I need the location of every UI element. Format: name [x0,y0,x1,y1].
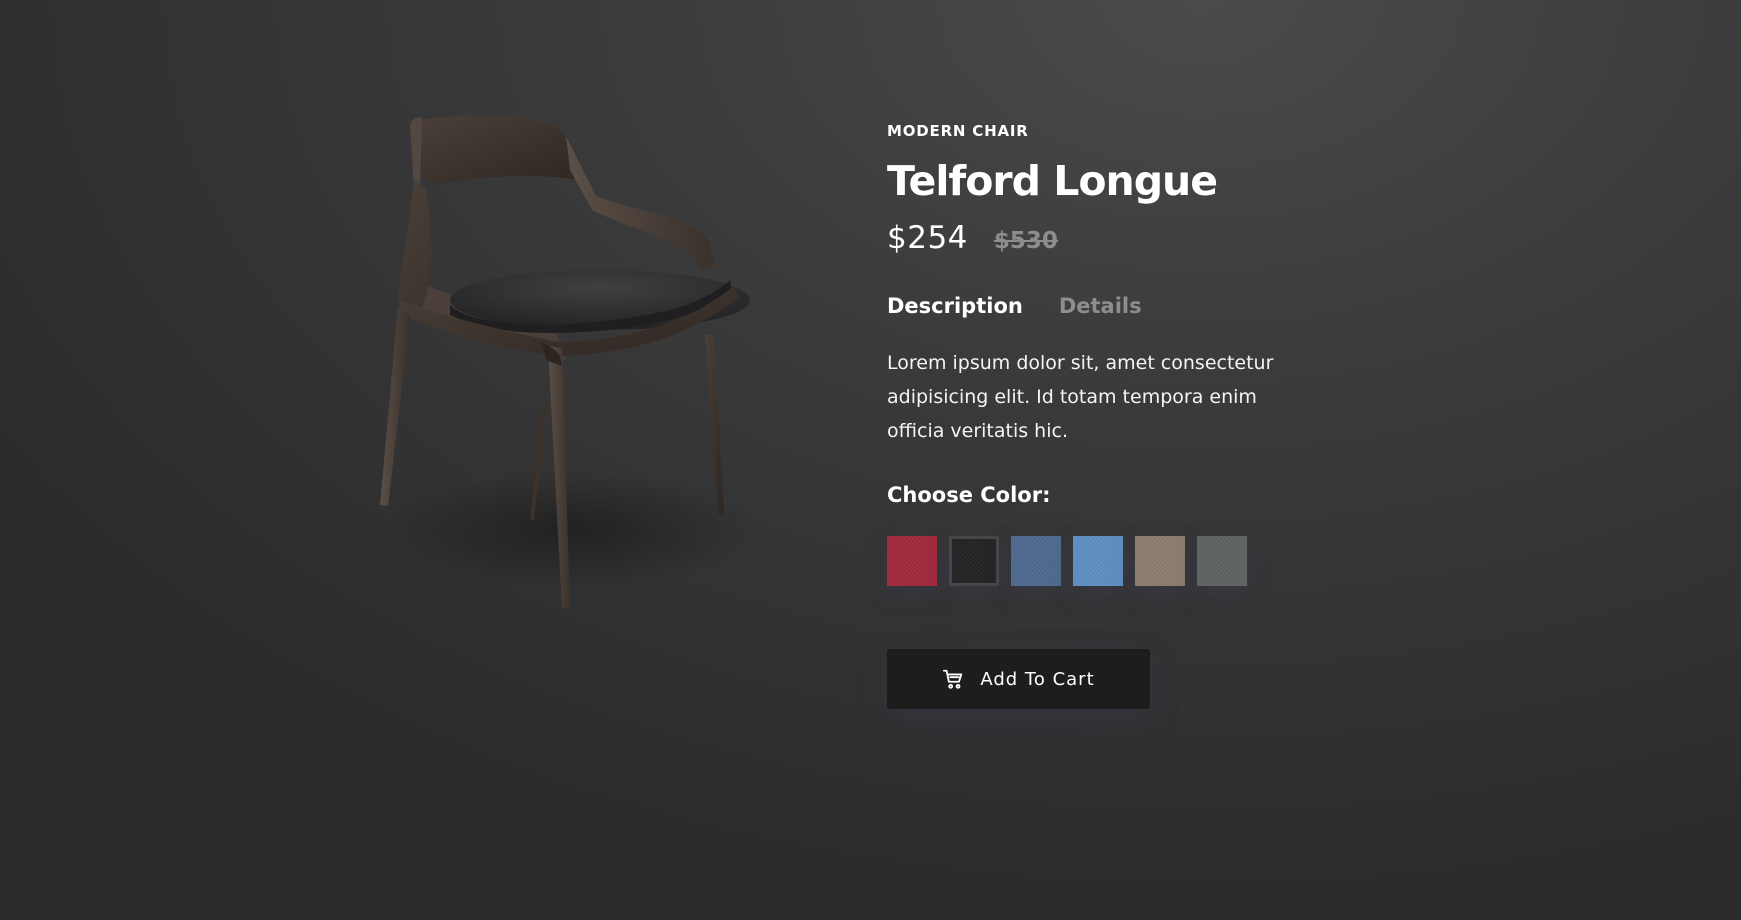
product-category: MODERN CHAIR [887,122,1029,140]
product-description: Lorem ipsum dolor sit, amet consectetur … [887,352,1274,442]
tab-description[interactable]: Description [887,294,1023,318]
swatch-grey[interactable] [1197,536,1247,586]
add-to-cart-button[interactable]: Add To Cart [887,649,1150,709]
color-picker-label: Choose Color: [887,483,1051,507]
color-swatches [887,536,1347,586]
price-old: $530 [993,228,1058,254]
price-row: $254 $530 [887,220,1347,260]
cart-icon [942,668,964,690]
swatch-denim-blue[interactable] [1011,536,1061,586]
tab-details[interactable]: Details [1059,294,1142,318]
swatch-beige[interactable] [1135,536,1185,586]
product-image [370,110,790,630]
product-title: Telford Longue [887,157,1218,205]
price-current: $254 [887,220,968,256]
product-info: MODERN CHAIR Telford Longue $254 $530 De… [887,120,1347,709]
swatch-red[interactable] [887,536,937,586]
chair-illustration [380,115,760,608]
swatch-black[interactable] [949,536,999,586]
swatch-light-blue[interactable] [1073,536,1123,586]
product-tabs: Description Details [887,289,1347,323]
add-to-cart-label: Add To Cart [980,668,1095,690]
